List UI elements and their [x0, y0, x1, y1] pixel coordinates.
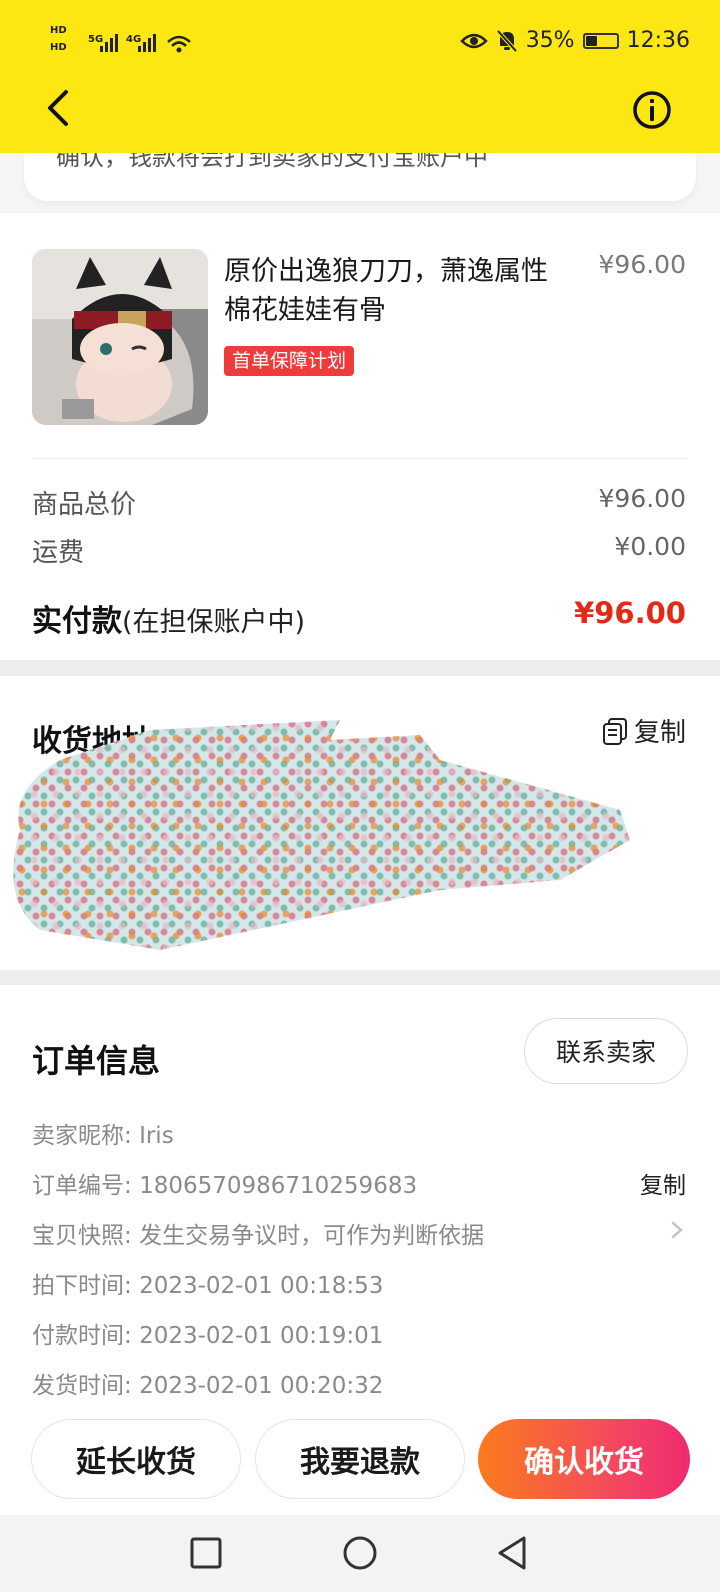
top-card-text: 确认，钱款将会打到卖家的支付宝账户中 — [56, 153, 488, 171]
svg-text:5G: 5G — [88, 34, 103, 45]
confirm-receipt-button[interactable]: 确认收货 — [478, 1419, 690, 1499]
guarantee-badge: 首单保障计划 — [224, 346, 355, 376]
contact-seller-button[interactable]: 联系卖家 — [524, 1018, 688, 1084]
chevron-right-icon[interactable] — [670, 1220, 684, 1240]
ship-time-row: 发货时间: 2023-02-01 00:20:32 — [32, 1366, 383, 1400]
shipping-value: ¥0.00 — [614, 532, 686, 561]
seller-nickname-value: Iris — [139, 1123, 174, 1149]
product-price: ¥96.00 — [598, 250, 686, 279]
ship-time-value: 2023-02-01 00:20:32 — [139, 1373, 384, 1399]
snapshot-value: 发生交易争议时，可作为判断依据 — [139, 1223, 485, 1249]
paid-label-sub: (在担保账户中) — [122, 607, 306, 638]
battery-icon — [582, 32, 619, 49]
paid-amount-label: 实付款(在担保账户中) — [32, 596, 305, 640]
circle-icon[interactable] — [338, 1531, 382, 1575]
battery-percent: 35% — [525, 28, 575, 53]
extend-receipt-button[interactable]: 延长收货 — [31, 1419, 241, 1499]
seller-nickname-label: 卖家昵称: — [32, 1123, 132, 1149]
square-icon[interactable] — [184, 1531, 228, 1575]
order-info-title: 订单信息 — [32, 1042, 161, 1080]
seller-nickname-row: 卖家昵称: Iris — [32, 1116, 174, 1150]
copy-order-number-button[interactable]: 复制 — [640, 1166, 686, 1200]
bell-off-icon — [496, 29, 518, 52]
order-time-label: 拍下时间: — [32, 1273, 132, 1299]
ship-time-label: 发货时间: — [32, 1373, 132, 1399]
status-bar-right: 35% 12:36 — [459, 28, 690, 53]
signal-icon: 5G 4G — [88, 30, 198, 62]
hd-label-1: HD — [50, 25, 67, 36]
snapshot-label: 宝贝快照: — [32, 1223, 132, 1249]
order-time-value: 2023-02-01 00:18:53 — [139, 1273, 384, 1299]
clock: 12:36 — [626, 28, 690, 53]
info-circle-icon[interactable] — [632, 90, 672, 130]
svg-text:4G: 4G — [126, 34, 141, 45]
eye-icon — [459, 33, 488, 48]
status-bar-hd: HD HD — [50, 22, 67, 56]
redaction-scribble — [13, 720, 631, 950]
paid-label-main: 实付款 — [32, 604, 122, 639]
copy-address-label: 复制 — [633, 718, 686, 748]
paid-amount-value: ¥96.00 — [574, 596, 686, 630]
payment-time-label: 付款时间: — [32, 1323, 132, 1349]
order-number-label: 订单编号: — [32, 1173, 132, 1199]
top-card: 确认，钱款将会打到卖家的支付宝账户中 — [24, 153, 696, 201]
triangle-back-icon[interactable] — [492, 1531, 536, 1575]
order-time-row: 拍下时间: 2023-02-01 00:18:53 — [32, 1266, 383, 1300]
snapshot-row[interactable]: 宝贝快照: 发生交易争议时，可作为判断依据 — [32, 1216, 484, 1250]
payment-time-value: 2023-02-01 00:19:01 — [139, 1323, 384, 1349]
order-number-value: 1806570986710259683 — [139, 1173, 418, 1199]
order-number-row: 订单编号: 1806570986710259683 — [32, 1166, 417, 1200]
app-header — [0, 0, 720, 153]
product-image[interactable] — [32, 249, 208, 425]
request-refund-button[interactable]: 我要退款 — [255, 1419, 465, 1499]
payment-time-row: 付款时间: 2023-02-01 00:19:01 — [32, 1316, 383, 1350]
hd-label-2: HD — [50, 42, 67, 53]
product-title[interactable]: 原价出逸狼刀刀，萧逸属性棉花娃娃有骨 — [224, 252, 569, 330]
chevron-left-icon[interactable] — [40, 86, 80, 130]
divider — [32, 458, 688, 459]
subtotal-label: 商品总价 — [32, 490, 137, 520]
shipping-label: 运费 — [32, 538, 85, 568]
subtotal-value: ¥96.00 — [598, 484, 686, 513]
